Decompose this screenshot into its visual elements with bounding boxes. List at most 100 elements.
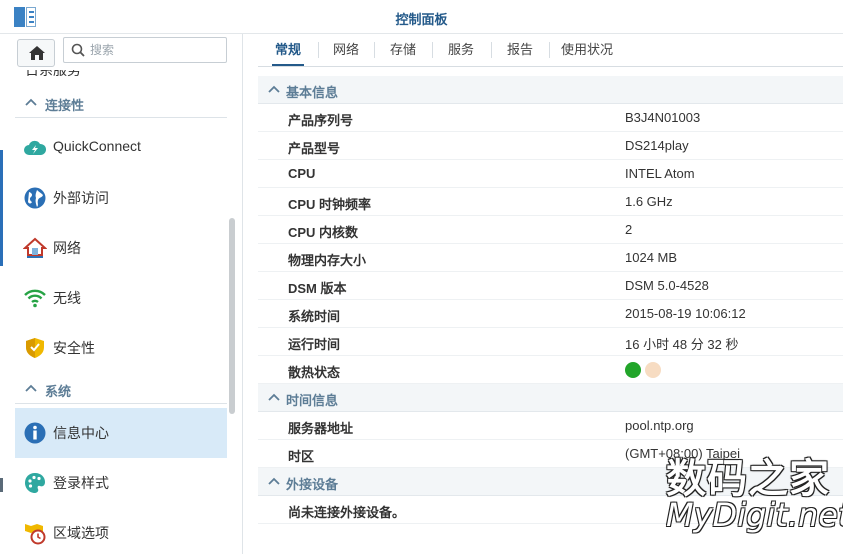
info-key: 运行时间: [288, 337, 341, 352]
info-value: B3J4N01003: [625, 110, 701, 125]
tab-separator: [549, 42, 550, 58]
info-key: DSM 版本: [288, 281, 347, 296]
sidebar-item-external-access[interactable]: 外部访问: [15, 173, 227, 223]
info-key: 尚未连接外接设备。: [288, 505, 406, 520]
sidebar-list: 日系服务 连接性 QuickConnect 外部访问 网络 无线 安全性 系统 …: [15, 70, 227, 554]
sidebar-item-label: 登录样式: [53, 475, 109, 491]
thermal-status-warning-dot: [645, 362, 661, 378]
quickconnect-cloud-icon: [24, 140, 47, 155]
group-header-basic-info[interactable]: 基本信息: [258, 76, 843, 104]
main-panel: 常规 网络 存储 服务 报告 使用状况 基本信息 产品序列号 B3J4N0100…: [244, 34, 843, 554]
sidebar-section-system[interactable]: 系统: [15, 374, 227, 404]
info-icon: [24, 422, 46, 444]
tab-usage[interactable]: 使用状况: [555, 34, 619, 66]
tab-report[interactable]: 报告: [497, 34, 543, 66]
info-row-uptime: 运行时间 16 小时 48 分 32 秒: [258, 328, 843, 356]
info-value: DS214play: [625, 138, 689, 153]
info-row-memory: 物理内存大小 1024 MB: [258, 244, 843, 272]
group-title: 时间信息: [286, 393, 339, 408]
info-row-cpu-cores: CPU 内核数 2: [258, 216, 843, 244]
sidebar-section-connectivity[interactable]: 连接性: [15, 88, 227, 118]
tab-separator: [491, 42, 492, 58]
sidebar-item-quickconnect[interactable]: QuickConnect: [15, 123, 227, 173]
info-key: CPU 内核数: [288, 225, 359, 240]
info-key: 服务器地址: [288, 421, 354, 436]
wifi-icon: [24, 289, 46, 308]
info-key: CPU: [288, 166, 316, 181]
chevron-up-icon: [25, 384, 37, 392]
sidebar-item-login-style[interactable]: 登录样式: [15, 458, 227, 508]
shield-icon: [26, 338, 44, 358]
sidebar: 日系服务 连接性 QuickConnect 外部访问: [3, 34, 243, 554]
sidebar-item-wireless[interactable]: 无线: [15, 273, 227, 323]
info-value: 2015-08-19 10:06:12: [625, 306, 746, 321]
group-title: 外接设备: [286, 477, 339, 492]
info-row-cpu: CPU INTEL Atom: [258, 160, 843, 188]
group-header-time-info[interactable]: 时间信息: [258, 384, 843, 412]
tab-storage[interactable]: 存储: [380, 34, 426, 66]
clock-map-icon: [25, 524, 46, 545]
search-box[interactable]: [63, 37, 227, 63]
sidebar-section-label: 连接性: [45, 98, 85, 113]
chevron-up-icon: [268, 85, 280, 93]
sidebar-item-network[interactable]: 网络: [15, 223, 227, 273]
sidebar-item-label: QuickConnect: [53, 138, 141, 154]
info-row-timezone: 时区 (GMT+08:00) Taipei: [258, 440, 843, 468]
tab-underline: [258, 66, 843, 67]
info-value: INTEL Atom: [625, 166, 695, 181]
tab-separator: [374, 42, 375, 58]
info-key: CPU 时钟频率: [288, 197, 372, 212]
info-value: 2: [625, 222, 633, 237]
home-button[interactable]: [17, 39, 55, 67]
info-value: (GMT+08:00) Taipei: [625, 446, 741, 461]
globe-icon: [24, 187, 46, 209]
info-row-ntp-server: 服务器地址 pool.ntp.org: [258, 412, 843, 440]
tab-services[interactable]: 服务: [438, 34, 484, 66]
sidebar-item-regional-options[interactable]: 区域选项: [15, 508, 227, 554]
info-row-no-devices: 尚未连接外接设备。: [258, 496, 843, 524]
tab-network[interactable]: 网络: [324, 34, 368, 66]
sidebar-item-label: 安全性: [53, 340, 95, 356]
info-key: 产品序列号: [288, 113, 354, 128]
info-value: 1.6 GHz: [625, 194, 673, 209]
group-title: 基本信息: [286, 85, 339, 100]
info-key: 时区: [288, 449, 315, 464]
search-input[interactable]: [90, 41, 220, 59]
sidebar-section-label: 系统: [45, 384, 72, 399]
sidebar-item-security[interactable]: 安全性: [15, 323, 227, 373]
info-value: 1024 MB: [625, 250, 678, 265]
group-header-external-devices[interactable]: 外接设备: [258, 468, 843, 496]
chevron-up-icon: [268, 393, 280, 401]
chevron-up-icon: [268, 477, 280, 485]
info-row-model: 产品型号 DS214play: [258, 132, 843, 160]
info-key: 散热状态: [288, 365, 341, 380]
info-value: DSM 5.0-4528: [625, 278, 709, 293]
search-icon: [71, 43, 85, 57]
chevron-up-icon: [25, 98, 37, 106]
thermal-status-normal-dot: [625, 362, 641, 378]
info-row-thermal: 散热状态: [258, 356, 843, 384]
sidebar-item-label: 无线: [53, 290, 81, 306]
tab-separator: [432, 42, 433, 58]
home-icon: [29, 46, 45, 60]
sidebar-item-label: 网络: [53, 240, 81, 256]
sidebar-item-label: 信息中心: [53, 425, 109, 441]
house-network-icon: [23, 237, 47, 258]
info-key: 物理内存大小: [288, 253, 367, 268]
sidebar-item-info-center[interactable]: 信息中心: [15, 408, 227, 458]
window-titlebar: 控制面板: [0, 0, 843, 34]
info-row-dsm-version: DSM 版本 DSM 5.0-4528: [258, 272, 843, 300]
sidebar-item-cut-label: 日系服务: [25, 70, 81, 78]
info-value: pool.ntp.org: [625, 418, 694, 433]
sidebar-scrollbar[interactable]: [229, 218, 235, 414]
info-key: 系统时间: [288, 309, 341, 324]
window-title: 控制面板: [395, 12, 448, 27]
info-row-serial: 产品序列号 B3J4N01003: [258, 104, 843, 132]
tab-separator: [318, 42, 319, 58]
info-row-system-time: 系统时间 2015-08-19 10:06:12: [258, 300, 843, 328]
info-key: 产品型号: [288, 141, 341, 156]
tab-general[interactable]: 常规: [266, 34, 310, 67]
sidebar-item-label: 外部访问: [53, 190, 109, 206]
sidebar-item-label: 区域选项: [53, 525, 109, 541]
info-value: 16 小时 48 分 32 秒: [625, 337, 739, 352]
